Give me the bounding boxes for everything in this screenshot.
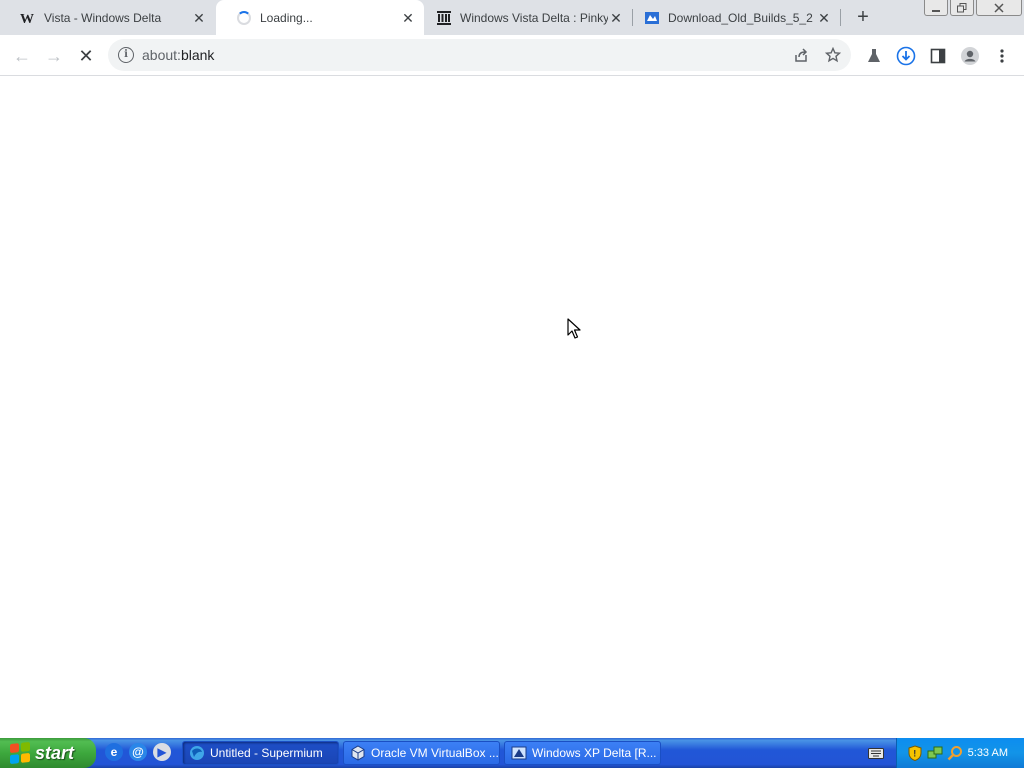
tab-separator — [840, 9, 841, 26]
internet-explorer-icon[interactable]: e — [105, 743, 123, 761]
forward-arrow-icon: → — [45, 45, 63, 66]
tab-vista-windows-delta[interactable]: W Vista - Windows Delta ✕ — [0, 0, 215, 35]
taskbar-item-virtualbox[interactable]: Oracle VM VirtualBox ... — [343, 741, 500, 765]
tab-title: Loading... — [260, 10, 313, 25]
page-viewport[interactable] — [0, 76, 1024, 738]
mouse-cursor-icon — [567, 318, 581, 339]
profile-avatar-icon[interactable] — [957, 43, 983, 69]
labs-flask-icon[interactable] — [861, 43, 887, 69]
site-info-icon[interactable]: i — [118, 47, 134, 63]
task-label: Untitled - Supermium — [210, 746, 323, 760]
tab-close-icon[interactable]: ✕ — [816, 10, 832, 26]
virtualbox-icon — [350, 745, 366, 761]
url-text[interactable]: about:blank — [142, 47, 214, 63]
tab-title: Windows Vista Delta : Pinky : — [460, 10, 608, 25]
forward-button[interactable]: → — [41, 43, 67, 69]
restore-button[interactable] — [950, 0, 974, 16]
windows-xp-delta-icon — [511, 745, 527, 761]
back-button[interactable]: ← — [9, 43, 35, 69]
file-download-icon — [644, 10, 660, 26]
menu-kebab-icon[interactable] — [989, 43, 1015, 69]
tab-title: Vista - Windows Delta — [44, 10, 162, 25]
taskbar-item-windows-xp-delta[interactable]: Windows XP Delta [R... — [504, 741, 661, 765]
tab-title: Download_Old_Builds_5_2 - — [668, 10, 816, 25]
stop-icon: ✕ — [78, 45, 94, 66]
wikipedia-w-icon: W — [20, 10, 36, 26]
task-label: Oracle VM VirtualBox ... — [371, 746, 499, 760]
start-label: start — [35, 742, 75, 763]
url-scheme: about: — [142, 47, 181, 63]
download-icon[interactable] — [893, 43, 919, 69]
tab-download-old-builds[interactable]: Download_Old_Builds_5_2 - ✕ — [634, 0, 840, 35]
clock[interactable]: 5:33 AM — [968, 747, 1008, 759]
tab-separator — [632, 9, 633, 26]
tab-windows-vista-delta-pinky[interactable]: Windows Vista Delta : Pinky : ✕ — [426, 0, 632, 35]
task-label: Windows XP Delta [R... — [532, 746, 657, 760]
tab-strip: W Vista - Windows Delta ✕ Loading... ✕ W… — [0, 0, 1024, 35]
keyboard-layout-icon[interactable] — [868, 746, 884, 760]
side-panel-icon[interactable] — [925, 43, 951, 69]
svg-text:W: W — [20, 12, 34, 24]
new-tab-button[interactable]: + — [852, 6, 874, 28]
taskbar-item-supermium[interactable]: Untitled - Supermium — [182, 741, 339, 765]
back-arrow-icon: ← — [13, 45, 31, 66]
address-bar[interactable]: i about:blank — [108, 39, 851, 71]
svg-text:!: ! — [913, 749, 916, 759]
taskbar: start e @ ▶ Untitled - Supermium Oracle … — [0, 738, 1024, 768]
stop-loading-button[interactable]: ✕ — [73, 43, 99, 69]
loading-spinner-icon — [236, 10, 252, 26]
start-button[interactable]: start — [0, 738, 96, 768]
browser-toolbar: ← → ✕ i about:blank — [0, 35, 1024, 76]
system-tray: ! 5:33 AM — [896, 738, 1024, 768]
search-magnifier-icon[interactable] — [947, 745, 963, 761]
windows-flag-icon — [10, 741, 30, 765]
tab-loading[interactable]: Loading... ✕ — [216, 0, 424, 35]
share-icon[interactable] — [791, 45, 811, 65]
internet-archive-icon — [436, 10, 452, 26]
quick-launch: e @ ▶ — [105, 743, 171, 761]
tab-close-icon[interactable]: ✕ — [608, 10, 624, 26]
window-controls — [924, 0, 1024, 16]
supermium-icon — [189, 745, 205, 761]
close-window-button[interactable] — [976, 0, 1022, 16]
tab-close-icon[interactable]: ✕ — [400, 10, 416, 26]
bookmark-star-icon[interactable] — [823, 45, 843, 65]
outlook-express-icon[interactable]: @ — [129, 743, 147, 761]
media-player-icon[interactable]: ▶ — [153, 743, 171, 761]
minimize-button[interactable] — [924, 0, 948, 16]
network-icon[interactable] — [927, 745, 943, 761]
security-shield-icon[interactable]: ! — [907, 745, 923, 761]
url-path: blank — [180, 47, 215, 63]
tab-close-icon[interactable]: ✕ — [191, 10, 207, 26]
